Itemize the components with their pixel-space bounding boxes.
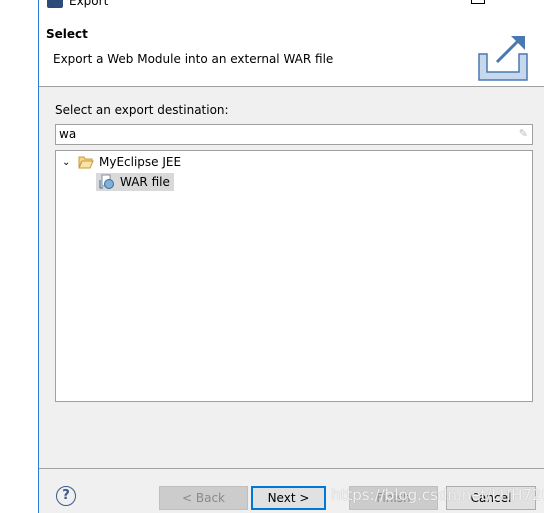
window-title: Export <box>69 0 109 8</box>
footer-divider <box>39 468 544 469</box>
app-icon <box>47 0 63 8</box>
page-title: Select <box>46 27 88 41</box>
destination-tree[interactable]: ⌄ MyEclipse JEE WAR file <box>55 150 533 402</box>
close-icon[interactable]: ✕ <box>519 0 530 3</box>
wizard-header: Select Export a Web Module into an exter… <box>39 12 544 87</box>
cancel-button[interactable]: Cancel <box>446 486 536 510</box>
chevron-down-icon[interactable]: ⌄ <box>62 157 78 168</box>
title-bar: Export ✕ <box>39 0 544 12</box>
maximize-icon[interactable] <box>471 0 485 4</box>
destination-label: Select an export destination: <box>55 103 229 117</box>
export-dialog: Export ✕ Select Export a Web Module into… <box>38 0 544 513</box>
finish-button[interactable]: Finish <box>349 486 438 510</box>
back-button[interactable]: < Back <box>159 486 248 510</box>
tree-node-war-file[interactable]: WAR file <box>96 173 174 191</box>
tree-node-label: MyEclipse JEE <box>99 155 182 169</box>
eraser-icon[interactable]: ✎ <box>519 127 528 140</box>
help-icon[interactable]: ? <box>56 486 76 506</box>
next-button[interactable]: Next > <box>251 486 326 510</box>
tree-node-label: WAR file <box>120 175 170 189</box>
export-icon <box>478 36 528 81</box>
filter-input[interactable] <box>56 125 502 142</box>
folder-open-icon <box>78 156 94 169</box>
war-file-icon <box>99 174 114 189</box>
page-description: Export a Web Module into an external WAR… <box>53 52 334 66</box>
tree-node-myeclipse-jee[interactable]: ⌄ MyEclipse JEE <box>62 153 181 171</box>
filter-field[interactable]: ✎ <box>55 124 533 145</box>
